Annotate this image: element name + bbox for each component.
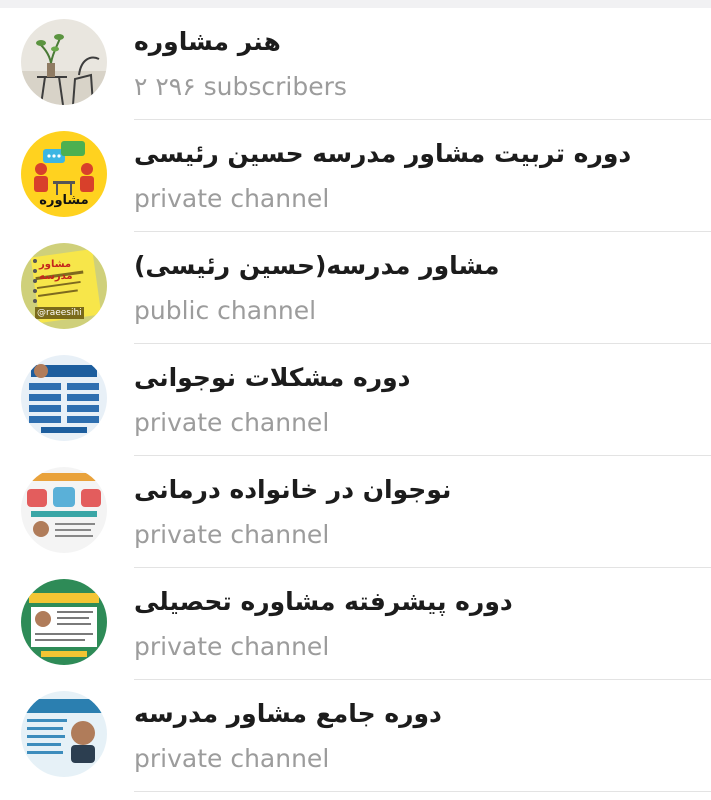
- channel-list: هنر مشاوره ۲ ۲۹۶ subscribers مشاوره دوره…: [0, 8, 711, 792]
- channel-subtitle: private channel: [134, 184, 330, 213]
- channel-item-school-counselor-training[interactable]: مشاوره دوره تربیت مشاور مدرسه حسین رئیسی…: [0, 120, 711, 232]
- channel-subtitle: public channel: [134, 296, 317, 325]
- notebook-icon: مشاور مدرسه @raeesihi: [21, 243, 107, 329]
- counseling-logo-icon: مشاوره: [21, 131, 107, 217]
- channel-title: هنر مشاوره: [134, 27, 281, 56]
- channel-subtitle: private channel: [134, 520, 330, 549]
- channel-title: نوجوان در خانواده درمانی: [134, 475, 452, 504]
- avatar-caption: مشاوره: [39, 193, 89, 208]
- divider: [134, 791, 711, 792]
- channel-title: دوره پیشرفته مشاوره تحصیلی: [134, 587, 513, 616]
- avatar-caption: مشاور مدرسه: [39, 259, 73, 282]
- channel-item-advanced-academic-counseling[interactable]: دوره پیشرفته مشاوره تحصیلی private chann…: [0, 568, 711, 680]
- channel-item-honar-moshavere[interactable]: هنر مشاوره ۲ ۲۹۶ subscribers: [0, 8, 711, 120]
- channel-item-family-therapy-teen[interactable]: نوجوان در خانواده درمانی private channel: [0, 456, 711, 568]
- channel-subtitle: private channel: [134, 744, 330, 773]
- green-course-poster-icon: [21, 579, 107, 665]
- channel-title: دوره جامع مشاور مدرسه: [134, 699, 442, 728]
- course-poster-icon: [21, 355, 107, 441]
- avatar-handle: @raeesihi: [35, 307, 84, 319]
- channel-title: دوره مشکلات نوجوانی: [134, 363, 411, 392]
- channel-subtitle: private channel: [134, 632, 330, 661]
- channel-subtitle: private channel: [134, 408, 330, 437]
- plant-cafe-icon: [21, 19, 107, 105]
- channel-title: مشاور مدرسه(حسین رئیسی): [134, 251, 500, 280]
- channel-item-comprehensive-school-counselor[interactable]: دوره جامع مشاور مدرسه private channel: [0, 680, 711, 792]
- family-therapy-poster-icon: [21, 467, 107, 553]
- top-status-strip: [0, 0, 711, 8]
- comprehensive-course-poster-icon: [21, 691, 107, 777]
- channel-item-adolescence-problems[interactable]: دوره مشکلات نوجوانی private channel: [0, 344, 711, 456]
- channel-item-school-counselor-raeesi[interactable]: مشاور مدرسه @raeesihi مشاور مدرسه(حسین ر…: [0, 232, 711, 344]
- channel-subtitle: ۲ ۲۹۶ subscribers: [134, 72, 347, 101]
- channel-title: دوره تربیت مشاور مدرسه حسین رئیسی: [134, 139, 632, 168]
